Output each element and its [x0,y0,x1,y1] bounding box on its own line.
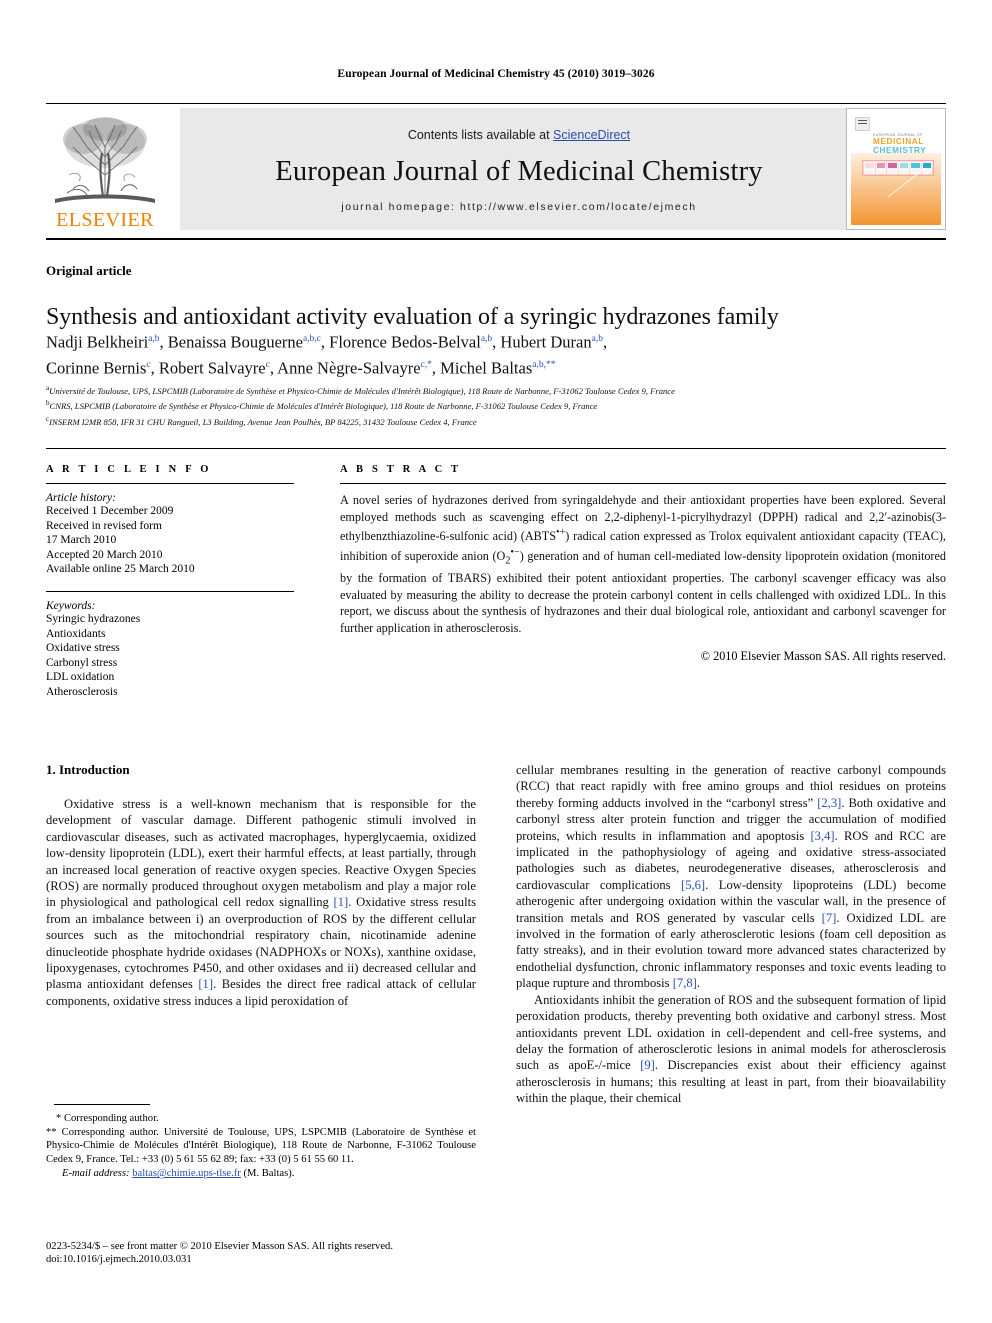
doi-line[interactable]: doi:10.1016/j.ejmech.2010.03.031 [46,1253,506,1266]
email-address-label: E-mail address: [62,1168,130,1180]
sciencedirect-link[interactable]: ScienceDirect [553,128,630,142]
affiliation-item: cINSERM I2MR 858, IFR 31 CHU Rangueil, L… [46,413,946,428]
author-affil-marker[interactable]: a,b [481,334,492,344]
citation-reference[interactable]: [1] [334,895,349,909]
abstract-copyright: © 2010 Elsevier Masson SAS. All rights r… [700,649,946,664]
abstract-text: A novel series of hydrazones derived fro… [340,492,946,636]
citation-reference[interactable]: [5,6] [681,878,705,892]
author-name: , Anne Nègre-Salvayre [269,358,421,377]
affiliation-list: aUniversité de Toulouse, UPS, LSPCMIB (L… [46,382,946,428]
imprint-block: 0223-5234/$ – see front matter © 2010 El… [46,1240,506,1267]
paragraph: cellular membranes resulting in the gene… [516,762,946,992]
affiliation-item: bCNRS, LSPCMIB (Laboratoire de Synthèse … [46,397,946,412]
history-item: 17 March 2010 [46,534,117,547]
section-heading-introduction: 1. Introduction [46,762,130,777]
email-link[interactable]: baltas@chimie.ups-tlse.fr [132,1168,241,1179]
author-affil-marker[interactable]: c,* [421,360,432,370]
keyword-item: Oxidative stress [46,642,120,655]
author-list: Nadji Belkheiria,b, Benaissa Bouguernea,… [46,328,946,379]
journal-article-page: European Journal of Medicinal Chemistry … [0,0,992,1323]
keyword-item: Antioxidants [46,627,106,640]
citation-reference[interactable]: [7,8] [673,976,697,990]
author-name: , Hubert Duran [492,332,592,352]
journal-homepage-url[interactable]: journal homepage: http://www.elsevier.co… [341,201,696,213]
paragraph: Antioxidants inhibit the generation of R… [516,992,946,1107]
citation-reference[interactable]: [7] [822,911,837,925]
author-affil-marker[interactable]: a,b [148,334,159,344]
cover-title-line-2: CHEMISTRY [873,146,927,155]
history-item: Received in revised form [46,519,162,532]
author-name: , Florence Bedos-Belval [320,332,481,352]
masthead-bottom-rule [46,238,946,240]
author-affil-marker[interactable]: a,b,c [303,334,321,344]
history-item: Accepted 20 March 2010 [46,548,163,561]
elsevier-tree-icon [55,117,155,203]
footnote-block: * Corresponding author. ** Corresponding… [46,1112,476,1181]
article-history-label: Article history: [46,492,116,504]
header-rule [46,103,946,104]
author-name: Corinne Bernis [46,358,147,377]
abstract-heading: A B S T R A C T [340,464,462,475]
author-affil-marker[interactable]: a,b [592,334,603,344]
history-item: Received 1 December 2009 [46,505,174,517]
email-owner: (M. Baltas). [243,1168,295,1180]
article-info-heading: A R T I C L E I N F O [46,464,212,475]
author-affil-marker[interactable]: a,b,** [532,360,555,370]
keyword-item: Carbonyl stress [46,656,118,669]
body-column-right: cellular membranes resulting in the gene… [516,762,946,1107]
citation-reference[interactable]: [1] [198,977,213,991]
journal-banner: Contents lists available at ScienceDirec… [180,108,858,230]
author-separator: , [602,332,608,352]
author-name: , Benaissa Bouguerne [159,332,303,352]
running-head: European Journal of Medicinal Chemistry … [337,68,655,80]
footnote-rule [54,1104,150,1105]
body-column-left: 1. Introduction Oxidative stress is a we… [46,762,476,1009]
cover-publisher-icon [855,117,870,131]
contents-available-line: Contents lists available at ScienceDirec… [408,128,630,142]
affiliation-item: aUniversité de Toulouse, UPS, LSPCMIB (L… [46,382,946,397]
keywords-label: Keywords: [46,599,96,612]
footnote-email-line: E-mail address: baltas@chimie.ups-tlse.f… [46,1167,476,1181]
elsevier-wordmark: ELSEVIER [56,209,154,231]
keyword-item: Atherosclerosis [46,685,118,698]
footnote-corresponding-author-2: ** Corresponding author. Université de T… [46,1126,476,1165]
journal-cover-thumbnail[interactable]: EUROPEAN JOURNAL OF MEDICINAL CHEMISTRY [846,108,946,230]
citation-reference[interactable]: [3,4] [810,829,834,843]
citation-reference[interactable]: [2,3] [817,796,841,810]
citation-reference[interactable]: [9] [640,1058,655,1072]
keyword-item: LDL oxidation [46,671,115,684]
article-info-panel: A R T I C L E I N F O Article history: R… [46,464,294,700]
footnote-corresponding-author-1: * Corresponding author. [56,1113,159,1124]
cover-title-line-1: MEDICINAL [873,137,924,146]
abstract-superscript: •− [510,546,520,558]
abstract-divider [340,483,946,484]
keyword-item: Syringic hydrazones [46,612,141,625]
keywords-divider [46,590,294,592]
paragraph-part: Oxidative stress is a well-known mechani… [46,797,476,910]
info-section-rule [46,448,946,449]
affiliation-text: CNRS, LSPCMIB (Laboratoire de Synthèse e… [49,401,598,412]
cover-artwork: EUROPEAN JOURNAL OF MEDICINAL CHEMISTRY [851,113,941,225]
article-type-kicker: Original article [46,263,132,278]
paragraph: Oxidative stress is a well-known mechani… [46,796,476,1009]
journal-masthead: ELSEVIER Contents lists available at Sci… [46,108,946,230]
author-name: , Robert Salvayre [150,358,266,377]
contents-prefix: Contents lists available at [407,127,554,142]
affiliation-text: INSERM I2MR 858, IFR 31 CHU Rangueil, L3… [49,416,477,427]
elsevier-logo: ELSEVIER [46,108,164,230]
author-name: , Michel Baltas [431,358,533,377]
abstract-panel: A B S T R A C T A novel series of hydraz… [340,464,946,664]
paragraph-part: . [696,976,700,991]
issn-copyright-line: 0223-5234/$ – see front matter © 2010 El… [46,1241,393,1252]
article-info-divider [46,483,294,484]
affiliation-text: Université de Toulouse, UPS, LSPCMIB (La… [49,385,675,396]
history-item: Available online 25 March 2010 [46,563,195,576]
author-name: Nadji Belkheiri [46,332,149,352]
journal-title: European Journal of Medicinal Chemistry [275,155,763,187]
abstract-superscript: •+ [555,527,566,539]
